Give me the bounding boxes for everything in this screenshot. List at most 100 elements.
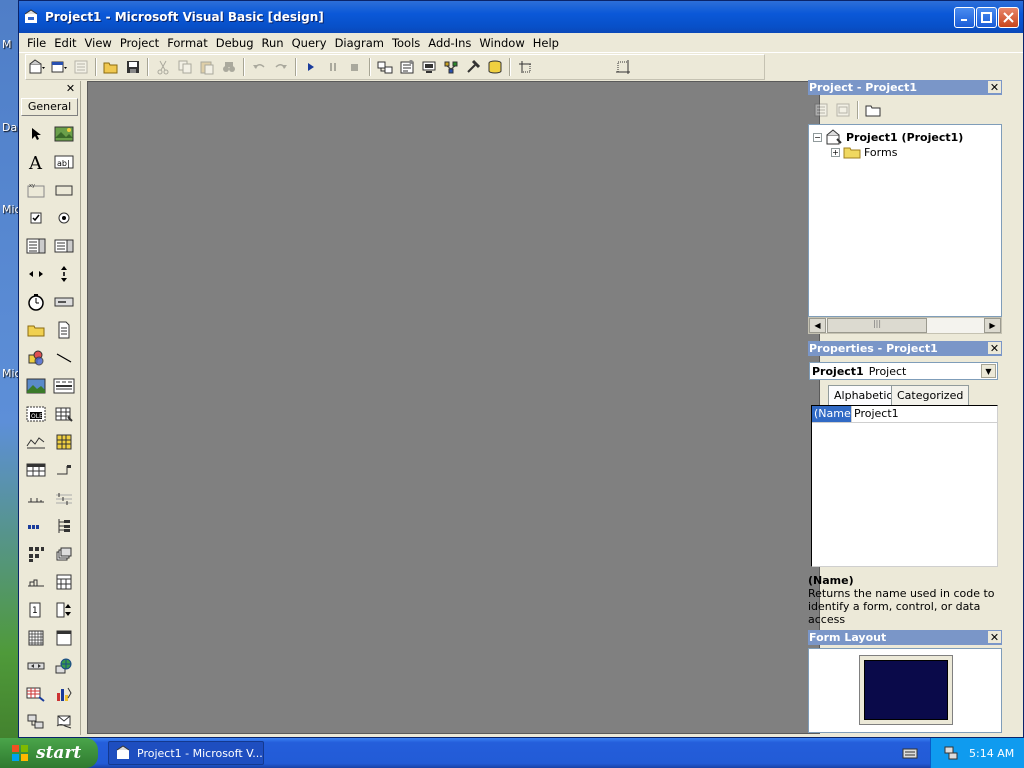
tool-commandbutton[interactable] <box>50 176 78 204</box>
end-button[interactable] <box>344 56 366 78</box>
chevron-down-icon[interactable]: ▼ <box>981 364 996 378</box>
menu-help[interactable]: Help <box>529 36 563 50</box>
add-form-button[interactable] <box>48 56 70 78</box>
toolbox-tab-general[interactable]: General <box>21 98 78 116</box>
tool-grid[interactable] <box>50 428 78 456</box>
tool-tabstrip[interactable] <box>22 568 50 596</box>
object-browser-button[interactable] <box>440 56 462 78</box>
expand-toggle[interactable]: + <box>831 147 840 157</box>
tool-richtext[interactable]: 1 <box>22 596 50 624</box>
tool-slider[interactable] <box>50 484 78 512</box>
mdi-workspace[interactable] <box>87 81 820 734</box>
tool-drivelistbox[interactable] <box>50 288 78 316</box>
tool-timer[interactable] <box>22 288 50 316</box>
tool-statusbar[interactable] <box>22 484 50 512</box>
undo-button[interactable] <box>248 56 270 78</box>
add-project-button[interactable] <box>26 56 48 78</box>
menu-tools[interactable]: Tools <box>388 36 424 50</box>
tool-dirlistbox[interactable] <box>22 316 50 344</box>
scroll-left-button[interactable]: ◀ <box>809 318 826 333</box>
property-row[interactable]: (Name) Project1 <box>812 406 997 423</box>
title-bar[interactable]: Project1 - Microsoft Visual Basic [desig… <box>19 1 1023 33</box>
monitor-preview[interactable] <box>859 655 953 725</box>
form-layout-pane-title[interactable]: Form Layout ✕ <box>808 630 1002 645</box>
tool-combobox[interactable] <box>22 232 50 260</box>
toolbox-close-button[interactable]: ✕ <box>64 82 77 95</box>
tool-vscrollbar[interactable] <box>50 260 78 288</box>
paste-button[interactable] <box>196 56 218 78</box>
tool-textbox[interactable]: ab| <box>50 148 78 176</box>
tool-checkbox[interactable] <box>22 204 50 232</box>
object-select-combo[interactable]: Project1 Project ▼ <box>809 362 998 380</box>
tab-alphabetic[interactable]: Alphabetic <box>828 385 899 406</box>
collapse-toggle[interactable]: − <box>813 132 822 142</box>
menu-diagram[interactable]: Diagram <box>331 36 388 50</box>
menu-run[interactable]: Run <box>258 36 288 50</box>
tool-mschart[interactable] <box>50 680 78 708</box>
maximize-button[interactable] <box>976 7 997 28</box>
menu-project[interactable]: Project <box>116 36 163 50</box>
view-object-button[interactable] <box>832 99 854 121</box>
tool-optionbutton[interactable] <box>50 204 78 232</box>
minimize-button[interactable] <box>954 7 975 28</box>
tab-categorized[interactable]: Categorized <box>891 385 970 405</box>
tree-node-forms[interactable]: + Forms <box>831 145 897 159</box>
taskbar-window-button[interactable]: Project1 - Microsoft V... <box>108 741 264 765</box>
redo-button[interactable] <box>270 56 292 78</box>
open-project-button[interactable] <box>100 56 122 78</box>
tool-picturebox[interactable] <box>50 120 78 148</box>
properties-window-button[interactable] <box>396 56 418 78</box>
toggle-folders-button[interactable] <box>862 99 884 121</box>
view-code-button[interactable] <box>810 99 832 121</box>
close-button[interactable] <box>998 7 1019 28</box>
tree-node-project[interactable]: − Project1 (Project1) <box>813 129 963 145</box>
tool-treeview[interactable] <box>50 512 78 540</box>
tool-mapi[interactable] <box>50 708 78 736</box>
save-project-button[interactable] <box>122 56 144 78</box>
tool-winsock[interactable] <box>22 708 50 736</box>
menu-add-ins[interactable]: Add-Ins <box>424 36 475 50</box>
desktop-icon-label[interactable]: M <box>2 38 12 51</box>
tool-data[interactable] <box>50 372 78 400</box>
property-value[interactable]: Project1 <box>852 406 899 422</box>
tool-ole[interactable]: OLE <box>22 400 50 428</box>
tool-hscrollbar[interactable] <box>22 260 50 288</box>
tool-updown[interactable] <box>50 596 78 624</box>
project-pane-close-button[interactable]: ✕ <box>988 81 1001 94</box>
tool-progressbar[interactable] <box>22 512 50 540</box>
tool-image[interactable] <box>22 372 50 400</box>
find-button[interactable] <box>218 56 240 78</box>
vb-app-icon[interactable] <box>23 9 39 25</box>
menu-window[interactable]: Window <box>475 36 528 50</box>
network-tray-icon[interactable] <box>943 745 959 761</box>
desktop-icon-label[interactable]: Da <box>2 121 17 134</box>
keyboard-icon[interactable] <box>902 746 918 760</box>
data-view-button[interactable] <box>484 56 506 78</box>
tool-filelistbox[interactable] <box>50 316 78 344</box>
properties-pane-close-button[interactable]: ✕ <box>988 342 1001 355</box>
tool-pointer[interactable] <box>22 120 50 148</box>
toolbox-button[interactable] <box>462 56 484 78</box>
tool-coolbar[interactable] <box>22 652 50 680</box>
break-button[interactable] <box>322 56 344 78</box>
copy-button[interactable] <box>174 56 196 78</box>
properties-pane-title[interactable]: Properties - Project1 ✕ <box>808 341 1002 356</box>
tool-animation[interactable] <box>50 456 78 484</box>
menu-file[interactable]: File <box>23 36 50 50</box>
cut-button[interactable] <box>152 56 174 78</box>
menu-editor-button[interactable] <box>70 56 92 78</box>
tool-frame[interactable]: xy <box>22 176 50 204</box>
tool-mshflexgrid[interactable] <box>22 624 50 652</box>
project-tree-hscrollbar[interactable]: ◀ ||| ▶ <box>808 317 1002 334</box>
tool-label[interactable]: A <box>22 148 50 176</box>
clock[interactable]: 5:14 AM <box>969 747 1014 760</box>
tool-dbgrid[interactable] <box>50 400 78 428</box>
form-layout-button[interactable] <box>418 56 440 78</box>
menu-format[interactable]: Format <box>163 36 212 50</box>
tool-imagelist[interactable] <box>50 540 78 568</box>
project-pane-title[interactable]: Project - Project1 ✕ <box>808 80 1002 95</box>
start-button[interactable] <box>300 56 322 78</box>
tool-toolbar[interactable] <box>50 568 78 596</box>
tool-inet[interactable] <box>50 652 78 680</box>
menu-debug[interactable]: Debug <box>212 36 258 50</box>
